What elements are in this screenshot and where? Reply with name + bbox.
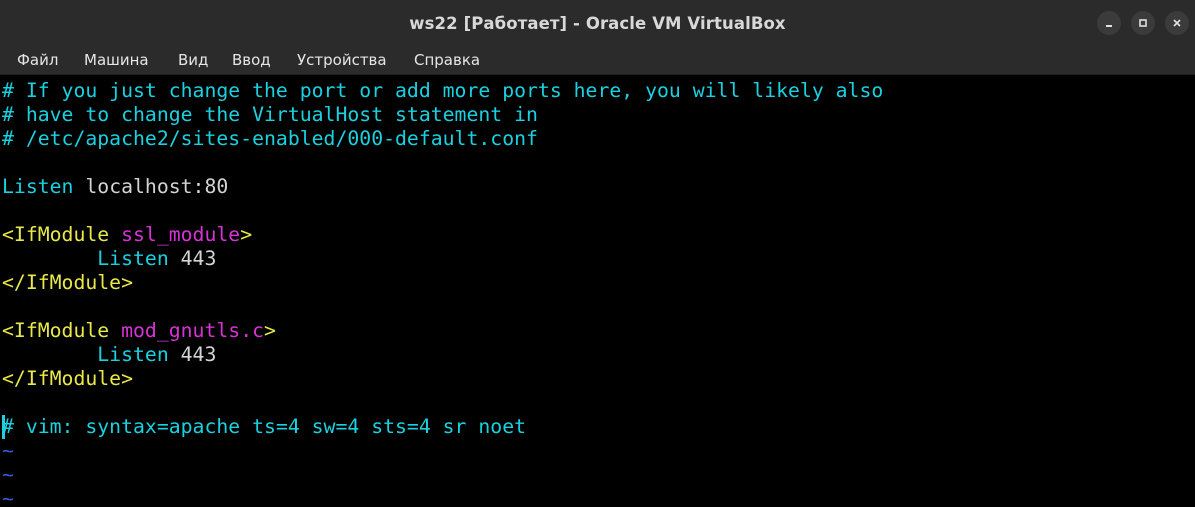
listen-keyword: Listen <box>2 343 169 366</box>
listen-value: localhost:80 <box>73 175 229 198</box>
menu-input[interactable]: Ввод <box>232 46 271 74</box>
text-cursor <box>2 415 5 439</box>
close-button[interactable] <box>1165 11 1189 35</box>
config-comment-line: # have to change the VirtualHost stateme… <box>2 103 538 126</box>
ifmodule-close-line: </IfModule> <box>2 271 134 294</box>
listen-value: 443 <box>168 247 217 270</box>
empty-line-tilde: ~ <box>2 439 14 462</box>
menu-machine[interactable]: Машина <box>84 46 149 74</box>
ifmodule-open-line: <IfModule mod_gnutls.c> <box>2 319 276 343</box>
listen-keyword: Listen <box>2 175 74 198</box>
maximize-button[interactable] <box>1131 11 1155 35</box>
config-comment-line: # If you just change the port or add mor… <box>2 79 884 102</box>
config-comment-line: # /etc/apache2/sites-enabled/000-default… <box>2 127 538 150</box>
menu-file[interactable]: Файл <box>17 46 58 74</box>
minimize-icon <box>1106 25 1112 27</box>
minimize-button[interactable] <box>1097 11 1121 35</box>
menu-help[interactable]: Справка <box>414 46 480 74</box>
empty-line-tilde: ~ <box>2 463 14 486</box>
menu-view[interactable]: Вид <box>178 46 208 74</box>
listen-value: 443 <box>168 343 217 366</box>
module-name: mod_gnutls.c <box>109 319 265 342</box>
tag-bracket: > <box>240 223 253 246</box>
listen-directive-line: Listen 443 <box>2 247 216 271</box>
window-title: ws22 [Работает] - Oracle VM VirtualBox <box>409 14 786 33</box>
title-bar[interactable]: ws22 [Работает] - Oracle VM VirtualBox <box>0 0 1195 46</box>
listen-keyword: Listen <box>2 247 169 270</box>
empty-line-tilde: ~ <box>2 487 14 507</box>
menu-devices[interactable]: Устройства <box>297 46 387 74</box>
ifmodule-tag: <IfModule <box>2 319 110 342</box>
module-name: ssl_module <box>109 223 241 246</box>
ifmodule-tag: <IfModule <box>2 223 110 246</box>
tag-bracket: > <box>264 319 276 342</box>
listen-directive-line: Listen 443 <box>2 343 216 367</box>
maximize-icon <box>1139 19 1147 27</box>
close-icon <box>1173 19 1181 27</box>
ifmodule-close-line: </IfModule> <box>2 367 134 390</box>
menu-bar: Файл Машина Вид Ввод Устройства Справка <box>0 46 1195 75</box>
listen-directive-line: Listen localhost:80 <box>2 175 228 199</box>
vim-modeline: # vim: syntax=apache ts=4 sw=4 sts=4 sr … <box>2 415 527 438</box>
vm-console[interactable]: # If you just change the port or add mor… <box>0 79 1195 507</box>
ifmodule-open-line: <IfModule ssl_module> <box>2 223 252 247</box>
virtualbox-window: ws22 [Работает] - Oracle VM VirtualBox Ф… <box>0 0 1195 507</box>
